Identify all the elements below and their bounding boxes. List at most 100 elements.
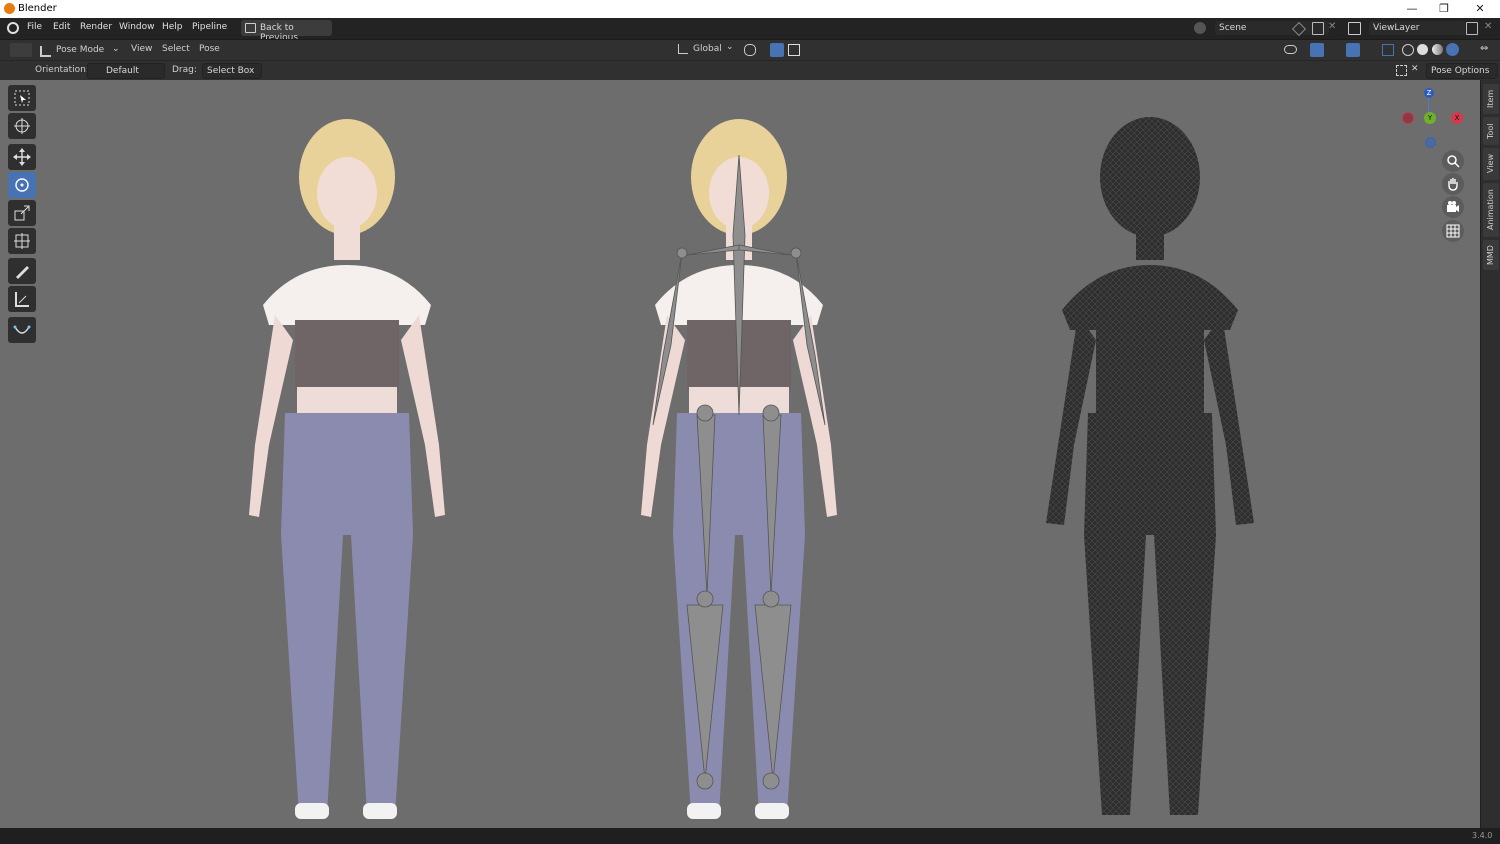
tab-view[interactable]: View xyxy=(1483,148,1499,180)
chevron-down-icon: ⌄ xyxy=(726,42,734,52)
pose-options-close-icon[interactable]: ✕ xyxy=(1411,64,1419,74)
pose-options-label: Pose Options xyxy=(1431,66,1490,76)
transform-tool[interactable] xyxy=(8,228,36,254)
collapse-header-icon[interactable]: ⇔ xyxy=(1480,43,1488,54)
perspective-toggle-button[interactable] xyxy=(1442,220,1464,242)
menu-file[interactable]: File xyxy=(27,22,42,32)
menu-render[interactable]: Render xyxy=(80,22,112,32)
menu-pipeline[interactable]: Pipeline xyxy=(192,22,227,32)
menu-view[interactable]: View xyxy=(131,44,152,54)
pose-mode-icon xyxy=(40,46,51,57)
tab-animation[interactable]: Animation xyxy=(1483,183,1499,237)
viewport-header: Pose Mode ⌄ View Select Pose Global ⌄ ⇔ xyxy=(0,39,1500,60)
viewlayer-icon[interactable] xyxy=(1348,22,1361,35)
editor-type-icon[interactable] xyxy=(10,43,32,57)
gizmo-neg-x-axis[interactable] xyxy=(1402,112,1414,124)
gizmo-x-axis[interactable]: X xyxy=(1451,112,1463,124)
menu-pose[interactable]: Pose xyxy=(199,44,220,54)
annotate-icon xyxy=(16,266,29,279)
curve-tool[interactable] xyxy=(8,317,36,343)
snap-icon[interactable] xyxy=(770,43,784,57)
character-wireframe xyxy=(1046,117,1254,815)
tab-tool[interactable]: Tool xyxy=(1483,117,1499,145)
wireframe-shading-icon[interactable] xyxy=(1402,44,1414,56)
top-menubar: File Edit Render Window Help Pipeline Ba… xyxy=(0,18,1500,43)
orientation-dropdown[interactable]: Default xyxy=(87,63,165,79)
transform-orientation-icon xyxy=(678,44,688,54)
window-title: Blender xyxy=(18,3,57,14)
character-with-armature xyxy=(641,119,837,819)
camera-view-button[interactable] xyxy=(1442,196,1464,218)
pose-options-settings-icon[interactable] xyxy=(1396,65,1407,76)
gizmo-y-axis[interactable]: Y xyxy=(1424,112,1436,124)
annotate-tool[interactable] xyxy=(8,258,36,284)
solid-shading-icon[interactable] xyxy=(1417,44,1428,55)
new-viewlayer-icon[interactable] xyxy=(1466,22,1478,35)
mode-selector[interactable]: Pose Mode ⌄ xyxy=(38,43,122,57)
tab-mmd[interactable]: MMD xyxy=(1483,240,1499,270)
orientation-value: Default xyxy=(106,66,139,76)
visibility-icon[interactable] xyxy=(1284,45,1297,54)
minimize-button[interactable]: — xyxy=(1404,1,1420,17)
hand-icon xyxy=(1448,178,1458,191)
close-window-button[interactable]: ✕ xyxy=(1472,1,1488,17)
snap-target-icon[interactable] xyxy=(788,44,800,56)
sidebar-tabs: Item Tool View Animation MMD xyxy=(1480,80,1500,828)
scale-icon xyxy=(14,205,30,221)
cursor-tool[interactable] xyxy=(8,113,36,139)
camera-icon xyxy=(1447,201,1459,212)
scale-tool[interactable] xyxy=(8,200,36,226)
rotate-icon xyxy=(15,178,29,192)
gizmo-neg-y-axis[interactable] xyxy=(1425,137,1436,148)
character-textured xyxy=(249,119,445,819)
menu-select[interactable]: Select xyxy=(162,44,190,54)
mode-label: Pose Mode xyxy=(56,45,105,55)
drag-label: Drag: xyxy=(172,65,197,75)
axis-gizmo[interactable]: Z Y X xyxy=(1398,85,1463,149)
zoom-button[interactable] xyxy=(1442,150,1464,172)
menu-edit[interactable]: Edit xyxy=(53,22,70,32)
menu-window[interactable]: Window xyxy=(119,22,155,32)
select-box-tool[interactable] xyxy=(8,85,36,111)
status-bar: 3.4.0 xyxy=(0,828,1500,844)
drag-dropdown[interactable]: Select Box xyxy=(202,63,262,79)
move-icon xyxy=(13,148,31,166)
pivot-point-icon[interactable] xyxy=(744,44,756,56)
version-label: 3.4.0 xyxy=(1472,831,1493,840)
back-icon xyxy=(245,23,256,33)
tab-item[interactable]: Item xyxy=(1483,84,1499,114)
pose-options-dropdown[interactable]: Pose Options xyxy=(1426,63,1498,79)
chevron-down-icon: ⌄ xyxy=(112,44,120,54)
delete-viewlayer-icon[interactable]: ✕ xyxy=(1484,21,1492,32)
3d-viewport[interactable]: Z Y X xyxy=(0,80,1480,828)
grid-icon xyxy=(1446,224,1460,238)
blender-logo-icon xyxy=(4,3,15,14)
move-tool[interactable] xyxy=(8,144,36,170)
window-titlebar: Blender — ❐ ✕ xyxy=(0,0,1500,18)
rotate-tool[interactable] xyxy=(8,172,36,198)
drag-value: Select Box xyxy=(207,66,255,76)
blender-menu-icon[interactable] xyxy=(7,22,19,34)
scene-icon[interactable] xyxy=(1194,22,1206,34)
viewlayer-selector[interactable]: ViewLayer xyxy=(1368,20,1466,36)
restore-button[interactable]: ❐ xyxy=(1436,1,1452,17)
new-scene-icon[interactable] xyxy=(1312,22,1324,35)
tool-settings-header: Orientation: Default Drag: Select Box ✕ … xyxy=(0,60,1500,80)
viewlayer-name: ViewLayer xyxy=(1373,23,1420,33)
transform-orientation-dropdown[interactable]: Global xyxy=(693,44,722,54)
pan-button[interactable] xyxy=(1442,173,1464,195)
rendered-shading-icon[interactable] xyxy=(1446,43,1459,56)
menu-help[interactable]: Help xyxy=(162,22,183,32)
material-shading-icon[interactable] xyxy=(1432,44,1443,55)
measure-icon xyxy=(15,292,29,307)
gizmo-z-axis[interactable]: Z xyxy=(1424,88,1434,98)
xray-toggle-icon[interactable] xyxy=(1382,44,1394,56)
scene-name: Scene xyxy=(1219,23,1247,33)
cursor-icon xyxy=(14,118,30,134)
curve-icon xyxy=(13,325,31,334)
gizmo-toggle-icon[interactable] xyxy=(1310,43,1324,57)
overlays-toggle-icon[interactable] xyxy=(1346,43,1360,57)
measure-tool[interactable] xyxy=(8,286,36,312)
back-to-previous-button[interactable]: Back to Previous xyxy=(241,20,332,43)
delete-scene-icon[interactable]: ✕ xyxy=(1328,21,1336,32)
